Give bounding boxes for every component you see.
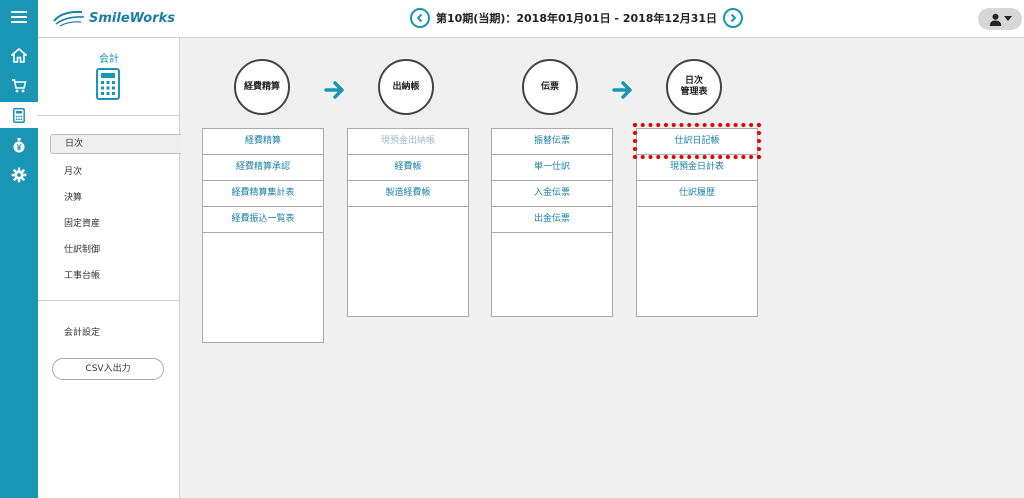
chevron-right-icon [730, 13, 737, 23]
calculator-icon [96, 68, 120, 100]
cart-icon[interactable] [0, 72, 38, 98]
csv-import-export-button[interactable]: CSV入出力 [52, 358, 164, 380]
menu-item-expense-settlement[interactable]: 経費精算 [203, 129, 323, 155]
sidebar-item-journal-control[interactable]: 仕訳制御 [64, 242, 100, 255]
menu-item-expense-transfer-list[interactable]: 経費振込一覧表 [203, 207, 323, 233]
gear-icon[interactable] [0, 162, 38, 188]
app-rail [0, 0, 38, 498]
menu-item-payment-slip[interactable]: 出金伝票 [492, 207, 612, 233]
sidebar-divider [38, 115, 180, 116]
period-selector: 第10期(当期)：2018年01月01日 - 2018年12月31日 [410, 8, 744, 28]
group-cash-book: 出納帳 [378, 59, 434, 115]
sidebar-item-construction-ledger[interactable]: 工事台帳 [64, 268, 100, 281]
menu-item-receipt-slip[interactable]: 入金伝票 [492, 181, 612, 207]
highlight-marker [633, 123, 761, 159]
group-title-line2: 管理表 [680, 87, 708, 97]
sidebar-item-fixed-assets[interactable]: 固定資産 [64, 216, 100, 229]
calculator-icon[interactable] [0, 102, 38, 128]
sidebar-item-monthly[interactable]: 月次 [64, 164, 82, 177]
expense-settlement-menu: 経費精算 経費精算承認 経費精算集計表 経費振込一覧表 [202, 128, 324, 343]
accounting-sidebar: 会計 日次 月次 決算 固定資産 仕訳制御 工事台帳 会計設定 CSV入出力 [38, 38, 181, 498]
sidebar-item-daily[interactable]: 日次 [50, 134, 181, 154]
caret-down-icon [1003, 16, 1012, 21]
menu-item-expense-book[interactable]: 経費帳 [348, 155, 468, 181]
user-icon [989, 13, 1001, 26]
sidebar-item-accounting-settings[interactable]: 会計設定 [64, 325, 100, 338]
arrow-right-icon [612, 81, 632, 99]
menu-item-expense-approval[interactable]: 経費精算承認 [203, 155, 323, 181]
top-header: SmileWorks 第10期(当期)：2018年01月01日 - 2018年1… [38, 0, 1024, 38]
home-icon[interactable] [0, 42, 38, 68]
user-menu-button[interactable] [978, 8, 1022, 30]
chevron-left-icon [416, 13, 423, 23]
logo-swoosh-icon [53, 10, 85, 27]
previous-period-button[interactable] [410, 8, 430, 28]
slips-menu: 振替伝票 単一仕訳 入金伝票 出金伝票 [491, 128, 613, 317]
sidebar-item-closing[interactable]: 決算 [64, 190, 82, 203]
period-label: 第10期(当期)：2018年01月01日 - 2018年12月31日 [436, 12, 718, 25]
yen-bag-icon[interactable] [0, 132, 38, 158]
group-title-line1: 日次 [684, 76, 703, 86]
sidebar-divider [38, 300, 180, 301]
menu-item-journal-history[interactable]: 仕訳履歴 [637, 181, 757, 207]
menu-item-expense-summary[interactable]: 経費精算集計表 [203, 181, 323, 207]
sidebar-title: 会計 [99, 54, 119, 65]
arrow-right-icon [324, 81, 344, 99]
menu-item-manufacturing-expense-book[interactable]: 製造経費帳 [348, 181, 468, 207]
smileworks-logo[interactable]: SmileWorks [52, 9, 175, 27]
menu-item-single-journal[interactable]: 単一仕訳 [492, 155, 612, 181]
group-daily-reports: 日次 管理表 [666, 59, 722, 115]
menu-item-transfer-slip[interactable]: 振替伝票 [492, 129, 612, 155]
menu-item-cash-deposit-book: 現預金出納帳 [348, 129, 468, 155]
cash-book-menu: 現預金出納帳 経費帳 製造経費帳 [347, 128, 469, 317]
group-slips: 伝票 [522, 59, 578, 115]
menu-icon[interactable] [0, 4, 38, 30]
logo-text: SmileWorks [89, 10, 175, 26]
group-expense-settlement: 経費精算 [234, 59, 290, 115]
next-period-button[interactable] [723, 8, 744, 28]
